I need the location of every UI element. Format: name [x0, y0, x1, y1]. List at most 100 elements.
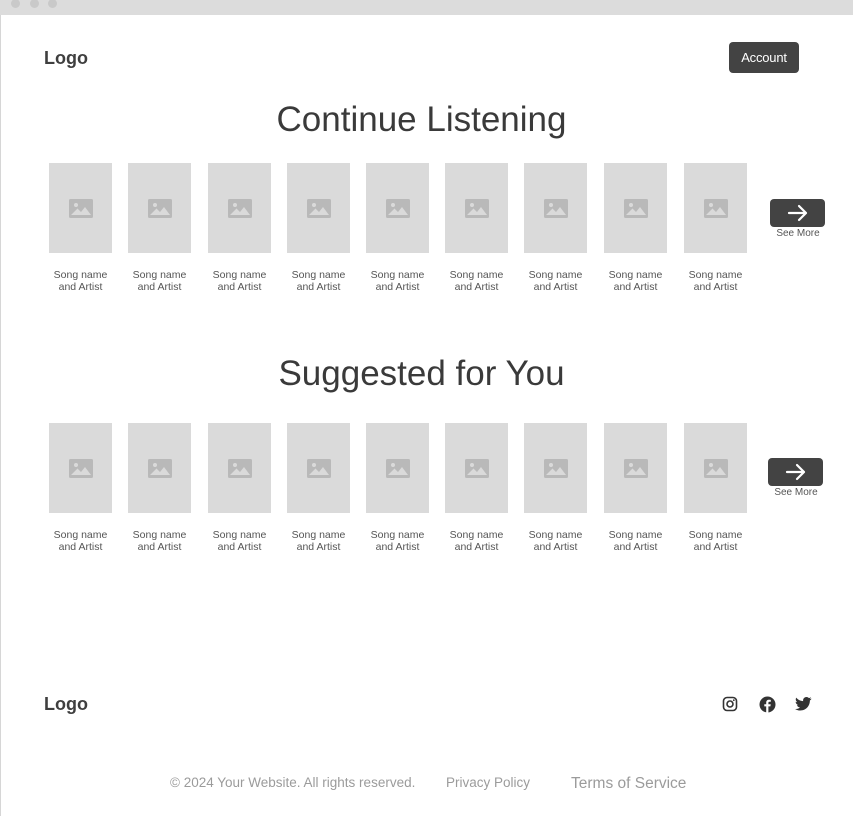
song-name-text: Song name [449, 529, 504, 541]
song-caption: Song name and Artist [37, 269, 124, 293]
suggested-for-you-row: Song name and Artist Song name and Artist So… [0, 423, 853, 563]
song-card[interactable]: Song name and Artist [604, 423, 667, 553]
song-name-text: Song name [449, 269, 504, 281]
artist-text: and Artist [137, 541, 182, 553]
song-card[interactable]: Song name and Artist [208, 423, 271, 553]
artist-text: and Artist [58, 281, 103, 293]
song-thumbnail[interactable] [287, 423, 350, 513]
song-card[interactable]: Song name and Artist [128, 163, 191, 293]
song-card[interactable]: Song name and Artist [524, 163, 587, 293]
song-name-text: Song name [528, 269, 583, 281]
song-thumbnail[interactable] [684, 423, 747, 513]
see-more-label: See More [774, 487, 818, 498]
continue-listening-see-more-button[interactable]: See More [770, 199, 833, 239]
song-thumbnail[interactable] [445, 163, 508, 253]
see-more-arrow-box[interactable] [770, 199, 825, 227]
song-thumbnail[interactable] [49, 423, 112, 513]
song-card[interactable]: Song name and Artist [366, 163, 429, 293]
song-card[interactable]: Song name and Artist [445, 423, 508, 553]
image-placeholder-icon [147, 458, 172, 478]
song-card[interactable]: Song name and Artist [684, 423, 747, 553]
image-placeholder-icon [68, 458, 93, 478]
song-caption: Song name and Artist [196, 529, 283, 553]
song-card[interactable]: Song name and Artist [366, 423, 429, 553]
image-placeholder-icon [385, 198, 410, 218]
artist-text: and Artist [296, 281, 341, 293]
song-name-text: Song name [608, 529, 663, 541]
song-thumbnail[interactable] [684, 163, 747, 253]
song-caption: Song name and Artist [116, 529, 203, 553]
arrow-right-icon [785, 463, 805, 481]
instagram-icon[interactable] [721, 695, 739, 713]
image-placeholder-icon [306, 458, 331, 478]
image-placeholder-icon [68, 198, 93, 218]
continue-listening-title: Continue Listening [276, 100, 567, 139]
song-card[interactable]: Song name and Artist [445, 163, 508, 293]
song-caption: Song name and Artist [512, 529, 599, 553]
facebook-icon[interactable] [758, 695, 776, 713]
song-caption: Song name and Artist [275, 269, 362, 293]
song-card[interactable]: Song name and Artist [287, 163, 350, 293]
terms-of-service-link[interactable]: Terms of Service [571, 775, 686, 793]
song-card[interactable]: Song name and Artist [49, 423, 112, 553]
artist-text: and Artist [454, 281, 499, 293]
song-thumbnail[interactable] [128, 163, 191, 253]
song-name-text: Song name [528, 529, 583, 541]
account-button[interactable]: Account [729, 42, 799, 73]
artist-text: and Artist [693, 281, 738, 293]
song-caption: Song name and Artist [354, 529, 441, 553]
header-logo[interactable]: Logo [44, 48, 88, 69]
song-thumbnail[interactable] [524, 163, 587, 253]
song-name-text: Song name [370, 529, 425, 541]
song-thumbnail[interactable] [524, 423, 587, 513]
privacy-policy-link[interactable]: Privacy Policy [446, 775, 530, 790]
song-thumbnail[interactable] [287, 163, 350, 253]
window-minimize-dot[interactable] [30, 0, 39, 8]
song-card[interactable]: Song name and Artist [604, 163, 667, 293]
song-thumbnail[interactable] [128, 423, 191, 513]
song-card[interactable]: Song name and Artist [208, 163, 271, 293]
song-caption: Song name and Artist [433, 529, 520, 553]
song-name-text: Song name [688, 269, 743, 281]
arrow-right-icon [787, 204, 807, 222]
see-more-arrow-box[interactable] [768, 458, 823, 486]
song-card[interactable]: Song name and Artist [524, 423, 587, 553]
song-card[interactable]: Song name and Artist [684, 163, 747, 293]
image-placeholder-icon [543, 458, 568, 478]
see-more-label: See More [776, 228, 820, 239]
song-caption: Song name and Artist [275, 529, 362, 553]
song-name-text: Song name [212, 269, 267, 281]
song-caption: Song name and Artist [196, 269, 283, 293]
song-thumbnail[interactable] [366, 423, 429, 513]
song-card[interactable]: Song name and Artist [128, 423, 191, 553]
song-thumbnail[interactable] [208, 423, 271, 513]
artist-text: and Artist [454, 541, 499, 553]
song-thumbnail[interactable] [604, 163, 667, 253]
song-card[interactable]: Song name and Artist [49, 163, 112, 293]
song-name-text: Song name [132, 269, 187, 281]
image-placeholder-icon [623, 458, 648, 478]
suggested-see-more-button[interactable]: See More [768, 458, 831, 498]
song-name-text: Song name [688, 529, 743, 541]
window-maximize-dot[interactable] [48, 0, 57, 8]
song-caption: Song name and Artist [433, 269, 520, 293]
song-card[interactable]: Song name and Artist [287, 423, 350, 553]
image-placeholder-icon [703, 198, 728, 218]
artist-text: and Artist [58, 541, 103, 553]
song-name-text: Song name [53, 529, 108, 541]
twitter-icon[interactable] [794, 695, 812, 713]
song-name-text: Song name [212, 529, 267, 541]
song-thumbnail[interactable] [604, 423, 667, 513]
song-thumbnail[interactable] [366, 163, 429, 253]
footer-logo[interactable]: Logo [44, 694, 88, 715]
song-thumbnail[interactable] [49, 163, 112, 253]
artist-text: and Artist [137, 281, 182, 293]
artist-text: and Artist [296, 541, 341, 553]
continue-listening-row: Song name and Artist Song name and Artist So… [0, 163, 853, 303]
song-thumbnail[interactable] [208, 163, 271, 253]
song-thumbnail[interactable] [445, 423, 508, 513]
song-name-text: Song name [370, 269, 425, 281]
window-close-dot[interactable] [11, 0, 20, 8]
image-placeholder-icon [543, 198, 568, 218]
song-caption: Song name and Artist [672, 269, 759, 293]
